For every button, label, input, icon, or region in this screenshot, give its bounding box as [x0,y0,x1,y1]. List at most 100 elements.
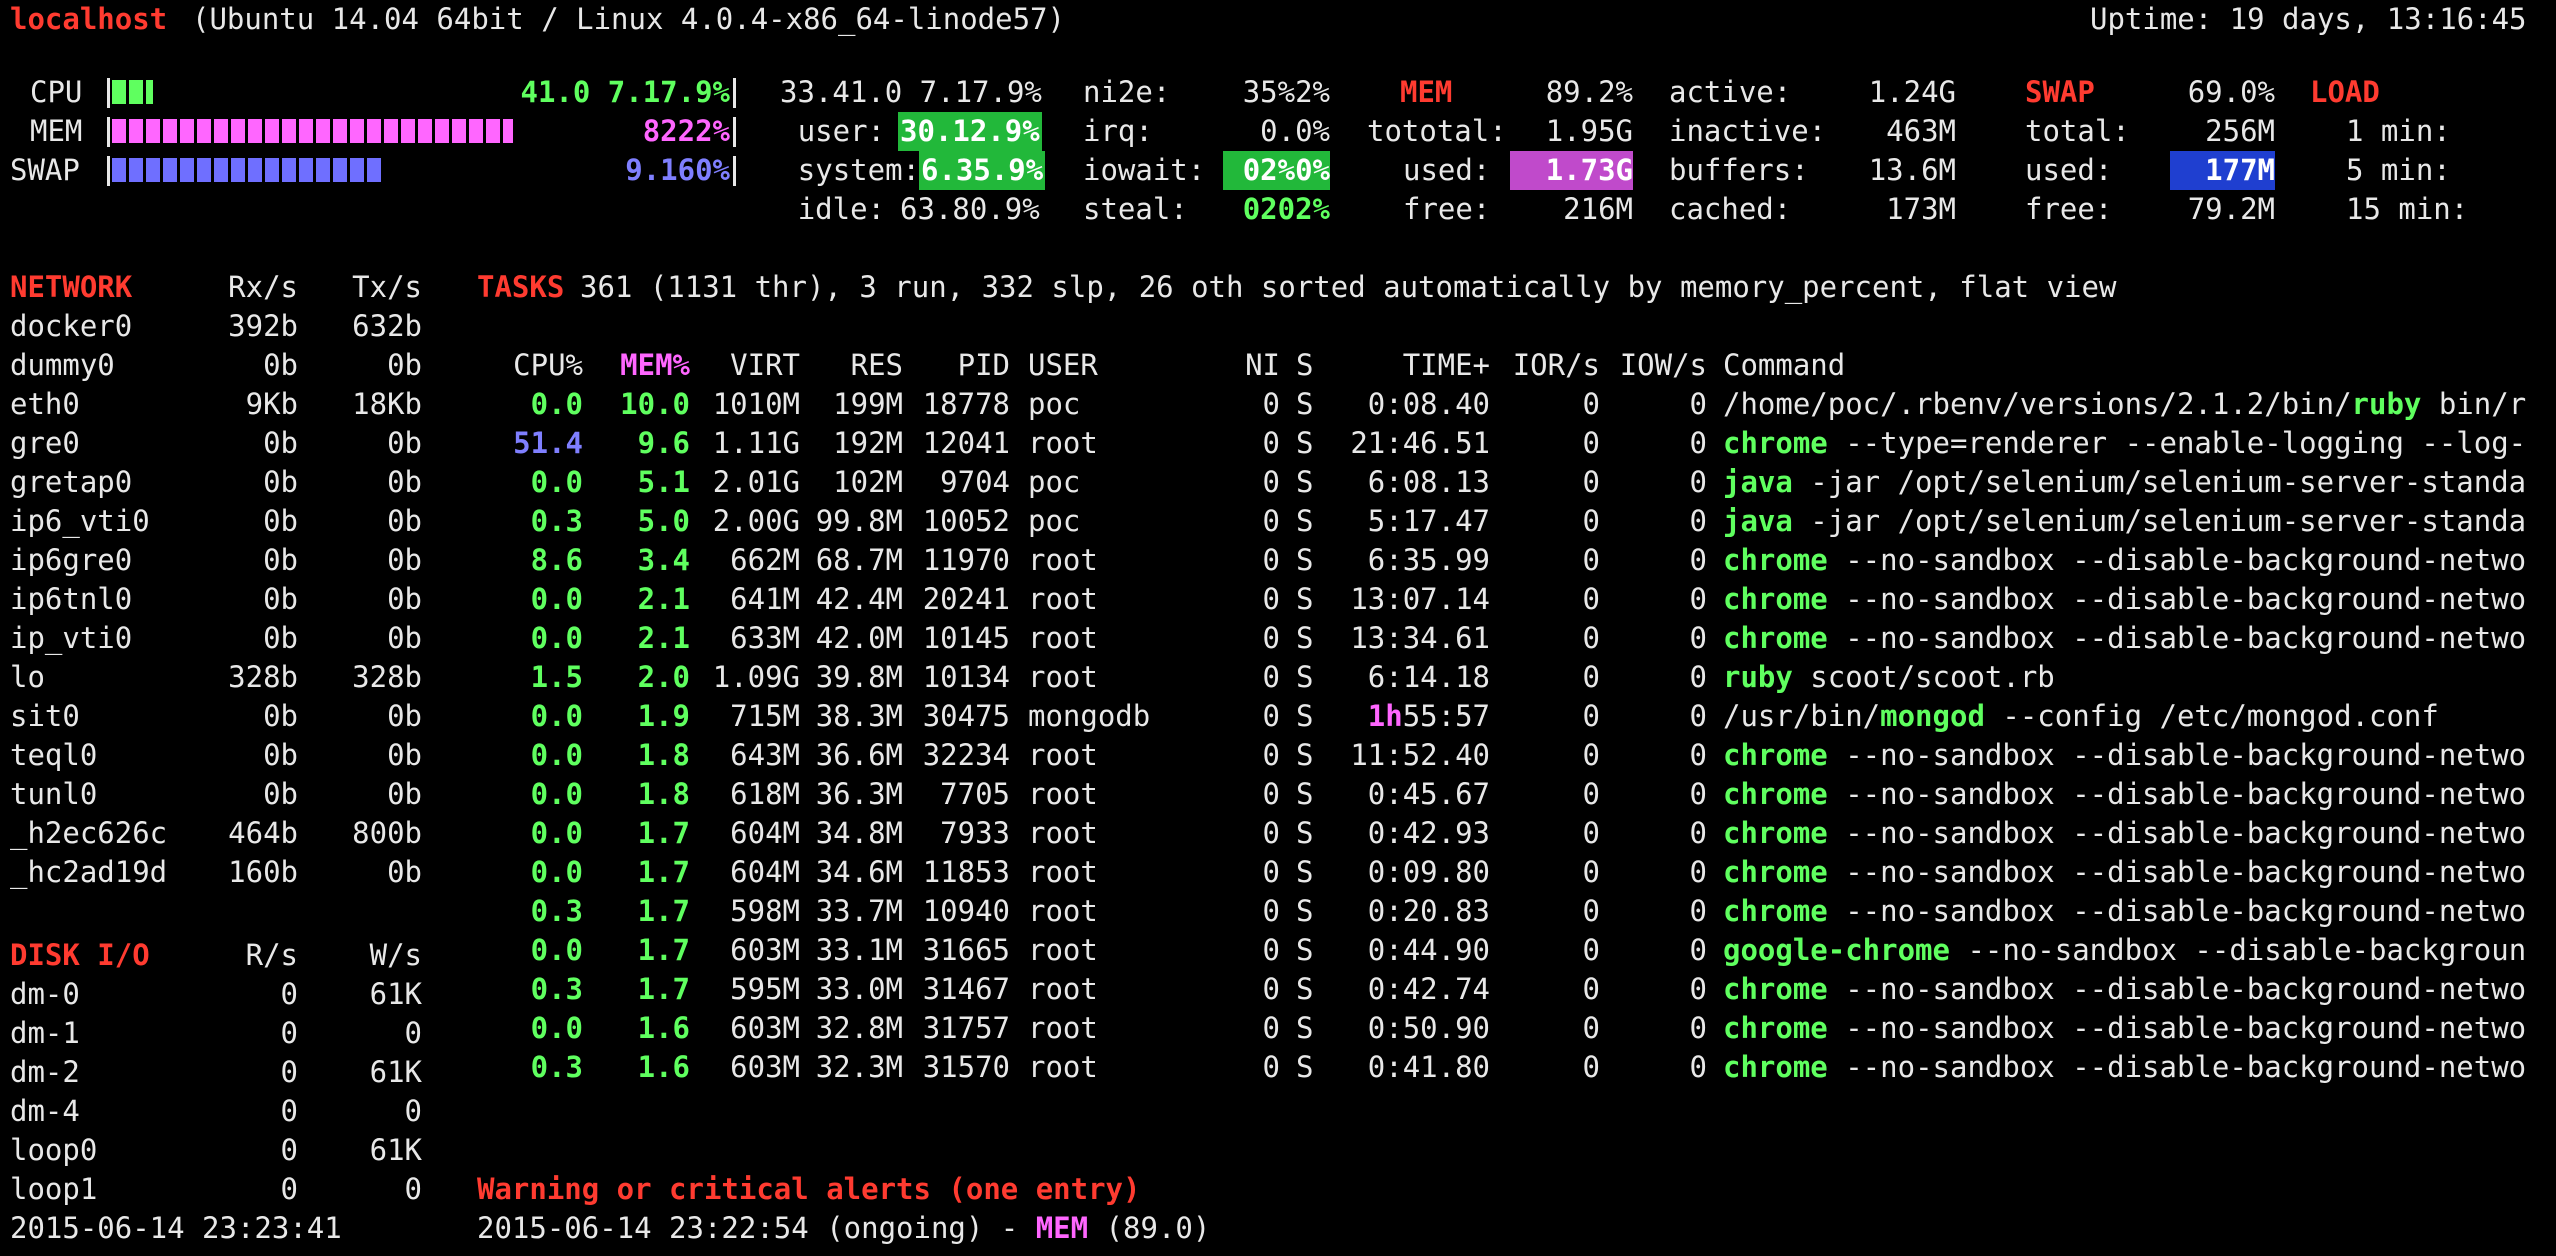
col-ni[interactable]: NI [1220,346,1280,385]
process-row[interactable]: 0.0 5.1 2.01G 102M 9704 poc 0 S 6:08.13 0 0 java -j… [0,463,2556,502]
process-time-value: 13:34.61 [1350,621,1490,655]
process-virt: 604M [730,855,800,889]
process-command: chrome --no-sandbox --disable-background… [1723,853,2543,892]
process-time-value: 0:42.74 [1367,972,1490,1006]
process-row[interactable]: 0.0 1.8 643M 36.6M 32234 root 0 S 11:52.40 0 0 chro… [0,736,2556,775]
process-status: S [1296,621,1314,655]
process-row[interactable]: 1.5 2.0 1.09G 39.8M 10134 root 0 S 6:14.18 0 0 ruby… [0,658,2556,697]
process-row[interactable]: 0.0 2.1 641M 42.4M 20241 root 0 S 13:07.14 0 0 chro… [0,580,2556,619]
mem-used-label: used: [1403,153,1491,187]
process-nice: 0 [1262,582,1280,616]
process-row[interactable]: 0.0 1.8 618M 36.3M 7705 root 0 S 0:45.67 0 0 chrome… [0,775,2556,814]
col-status[interactable]: S [1296,346,1313,385]
process-time: 11:52.40 [1320,736,1490,775]
process-cpu: 0.0 [530,738,583,772]
col-virt[interactable]: VIRT [700,346,800,385]
process-mem: 1.8 [637,777,690,811]
process-user: root [1028,543,1098,577]
process-pid: 7933 [940,816,1010,850]
process-ior: 0 [1582,543,1600,577]
process-row[interactable]: 0.3 1.6 603M 32.3M 31570 root 0 S 0:41.80 0 0 chrom… [0,1048,2556,1087]
process-command: chrome --no-sandbox --disable-background… [1723,814,2543,853]
process-command-name: java [1723,465,1793,499]
process-pid: 31467 [922,972,1010,1006]
process-nice: 0 [1262,465,1280,499]
network-row: docker0 392b 632b [0,307,2556,346]
mem-free-label: free: [1403,192,1491,226]
process-res: 32.8M [815,1011,903,1045]
process-user: root [1028,1050,1098,1084]
col-pid[interactable]: PID [905,346,1010,385]
process-row[interactable]: 0.3 1.7 598M 33.7M 10940 root 0 S 0:20.83 0 0 chrom… [0,892,2556,931]
process-mem: 1.9 [637,699,690,733]
process-res: 34.6M [815,855,903,889]
process-res: 33.1M [815,933,903,967]
process-cpu: 0.0 [530,777,583,811]
process-res: 32.3M [815,1050,903,1084]
process-row[interactable]: 0.0 1.7 604M 34.6M 11853 root 0 S 0:09.80 0 0 chrom… [0,853,2556,892]
process-time: 5:17.47 [1320,502,1490,541]
col-mem[interactable]: MEM% [590,346,690,385]
process-command-args: --no-sandbox --disable-background-netwo [1827,894,2527,928]
process-pid: 18778 [922,387,1010,421]
process-ior: 0 [1582,894,1600,928]
col-cpu[interactable]: CPU% [480,346,583,385]
process-pid: 10052 [922,504,1010,538]
process-command: google-chrome --no-sandbox --disable-bac… [1723,931,2543,970]
col-command[interactable]: Command [1723,346,1845,385]
process-mem: 1.8 [637,738,690,772]
process-command: chrome --no-sandbox --disable-background… [1723,1009,2543,1048]
process-iow: 0 [1689,816,1707,850]
process-command-args: scoot/scoot.rb [1792,660,2055,694]
mem-buffers-label: buffers: [1669,153,1809,187]
col-time[interactable]: TIME+ [1320,346,1490,385]
process-time-value: 0:08.40 [1367,387,1490,421]
process-row[interactable]: 0.0 10.0 1010M 199M 18778 poc 0 S 0:08.40 0 0/home… [0,385,2556,424]
process-row[interactable]: 0.3 1.7 595M 33.0M 31467 root 0 S 0:42.74 0 0 chrom… [0,970,2556,1009]
process-cpu: 0.0 [530,387,583,421]
process-mem: 1.6 [637,1011,690,1045]
process-row[interactable]: 0.3 5.0 2.00G 99.8M 10052 poc 0 S 5:17.47 0 0 java … [0,502,2556,541]
process-user: poc [1028,465,1081,499]
swap-title: SWAP [2025,75,2095,109]
process-nice: 0 [1262,504,1280,538]
col-ior[interactable]: IOR/s [1495,346,1600,385]
process-iow: 0 [1689,621,1707,655]
alert-entry-value: (89.0) [1088,1211,1211,1245]
process-command: java -jar /opt/selenium/selenium-server-… [1723,502,2543,541]
cpu-steal-value: 0202% [1242,192,1330,226]
process-virt: 1.09G [712,660,800,694]
process-mem: 3.4 [637,543,690,577]
process-command-name: chrome [1723,1050,1828,1084]
ql-swap-bar-left [107,156,110,186]
process-time-value: 0:09.80 [1367,855,1490,889]
process-row[interactable]: 0.0 2.1 633M 42.0M 10145 root 0 S 13:34.61 0 0 chro… [0,619,2556,658]
col-user[interactable]: USER [1028,346,1098,385]
disk-read: 0 [280,1172,298,1206]
col-res[interactable]: RES [800,346,903,385]
process-iow: 0 [1689,465,1707,499]
process-pid: 10940 [922,894,1010,928]
process-virt: 604M [730,816,800,850]
process-mem: 1.6 [637,1050,690,1084]
swap-percent: 69.0% [2187,75,2275,109]
process-pid: 20241 [922,582,1010,616]
process-command: chrome --no-sandbox --disable-background… [1723,541,2543,580]
process-pid: 10134 [922,660,1010,694]
process-mem: 1.7 [637,972,690,1006]
process-row[interactable]: 8.6 3.4 662M 68.7M 11970 root 0 S 6:35.99 0 0 chrom… [0,541,2556,580]
process-row[interactable]: 0.0 1.7 604M 34.8M 7933 root 0 S 0:42.93 0 0 chrome… [0,814,2556,853]
process-cpu: 0.0 [530,582,583,616]
col-iow[interactable]: IOW/s [1600,346,1707,385]
process-row[interactable]: 0.0 1.9 715M 38.3M 30475 mongodb 0 S 1h55:57 0 0/u… [0,697,2556,736]
mem-total-value: 1.95G [1545,114,1633,148]
process-time: 0:44.90 [1320,931,1490,970]
process-command: chrome --no-sandbox --disable-background… [1723,892,2543,931]
process-row[interactable]: 0.0 1.7 603M 33.1M 31665 root 0 S 0:44.90 0 0 googl… [0,931,2556,970]
process-command: /home/poc/.rbenv/versions/2.1.2/bin/ruby… [1723,385,2543,424]
process-row[interactable]: 0.0 1.6 603M 32.8M 31757 root 0 S 0:50.90 0 0 chrom… [0,1009,2556,1048]
load-15min-label: 15 min: [2346,192,2469,226]
process-row[interactable]: 51.4 9.6 1.11G 192M 12041 root 0 S 21:46.51 0 0 chr… [0,424,2556,463]
process-res: 36.6M [815,738,903,772]
process-status: S [1296,426,1314,460]
